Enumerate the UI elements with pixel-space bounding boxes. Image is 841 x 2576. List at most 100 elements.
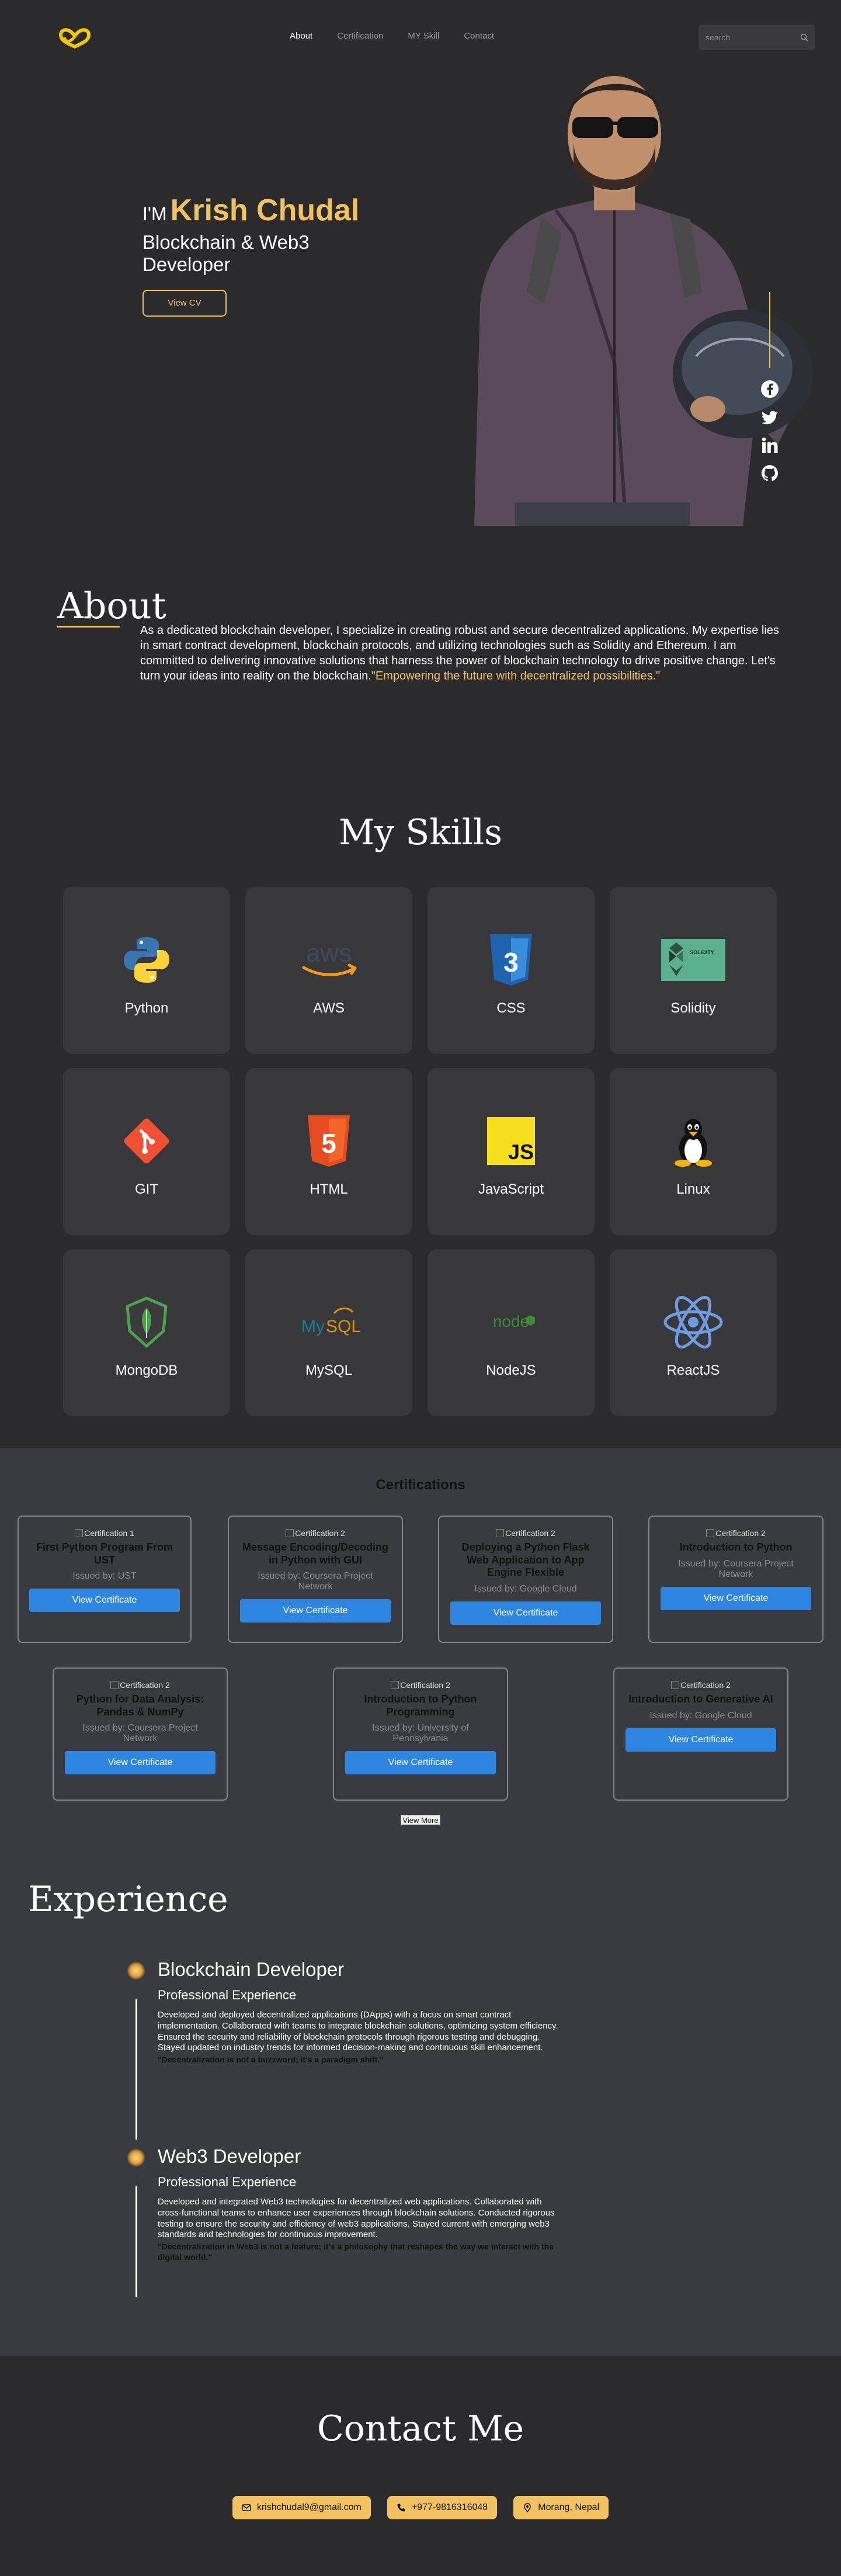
phone-chip[interactable]: +977-9816316048: [387, 2496, 498, 2519]
experience-description: Developed and integrated Web3 technologi…: [158, 2197, 567, 2262]
timeline-dot-icon: [127, 1962, 145, 1979]
skill-name: MySQL: [305, 1362, 352, 1378]
certificate-name: First Python Program From UST: [36, 1541, 173, 1566]
certificate-image: Certification 1: [29, 1528, 180, 1538]
certificate-name: Introduction to Python: [679, 1541, 793, 1553]
skill-name: Python: [124, 1000, 169, 1016]
infinity-heart-logo[interactable]: [57, 25, 92, 49]
certificate-issuer: Issued by: Coursera Project Network: [678, 1558, 794, 1579]
skill-name: CSS: [496, 1000, 526, 1016]
skill-card-javascript: JS JavaScript: [428, 1068, 595, 1235]
certificate-card: Certification 2 Introduction to Python P…: [333, 1667, 508, 1801]
linkedin-icon[interactable]: [760, 436, 779, 455]
search-input[interactable]: [706, 33, 793, 42]
skill-card-html: 5 HTML: [245, 1068, 412, 1235]
experience-quote: "Decentralization in Web3 is not a featu…: [158, 2242, 554, 2262]
skill-name: GIT: [135, 1181, 158, 1197]
location-chip[interactable]: Morang, Nepal: [513, 2496, 609, 2519]
facebook-icon[interactable]: [760, 380, 779, 398]
timeline-dot-icon: [127, 2149, 145, 2166]
certificate-issuer: Issued by: Coursera Project Network: [258, 1571, 373, 1592]
location-text: Morang, Nepal: [538, 2502, 600, 2512]
email-text: krishchudal9@gmail.com: [256, 2502, 362, 2512]
email-chip[interactable]: krishchudal9@gmail.com: [232, 2496, 371, 2519]
phone-text: +977-9816316048: [411, 2502, 488, 2512]
search-icon[interactable]: [800, 33, 808, 41]
contact-info: krishchudal9@gmail.com +977-9816316048 M…: [0, 2496, 841, 2519]
svg-text:node: node: [493, 1312, 529, 1330]
phone-icon: [397, 2504, 405, 2512]
certificate-image: Certification 2: [239, 1528, 391, 1538]
github-icon[interactable]: [760, 464, 779, 483]
svg-text:aws: aws: [306, 939, 352, 968]
experience-heading: Experience: [28, 1879, 228, 1920]
about-underline: [57, 626, 120, 627]
certificate-issuer: Issued by: Coursera Project Network: [82, 1723, 198, 1744]
view-certificate-button[interactable]: View Certificate: [625, 1728, 776, 1752]
certificate-card: Certification 2 Message Encoding/Decodin…: [228, 1516, 403, 1643]
view-certificate-button[interactable]: View Certificate: [65, 1751, 216, 1775]
experience-role: Web3 Developer: [158, 2145, 301, 2167]
skill-card-solidity: SOLIDITY Solidity: [610, 887, 777, 1054]
view-certificate-button[interactable]: View Certificate: [345, 1751, 496, 1775]
linux-icon: [661, 1112, 725, 1170]
reactjs-icon: [661, 1293, 725, 1351]
email-icon: [242, 2504, 251, 2511]
certificate-name: Introduction to Python Programming: [364, 1693, 477, 1718]
certificate-card: Certification 2 Introduction to Generati…: [613, 1667, 788, 1801]
certificate-card: Certification 2 Deploying a Python Flask…: [438, 1516, 613, 1643]
nav-link-certification[interactable]: Certification: [337, 31, 383, 41]
git-icon: [114, 1112, 179, 1170]
experience-item: Blockchain Developer Professional Experi…: [127, 1958, 571, 2140]
mongodb-icon: [114, 1293, 179, 1351]
python-icon: [114, 931, 179, 989]
nodejs-icon: node: [479, 1293, 543, 1351]
view-certificate-button[interactable]: View Certificate: [661, 1586, 811, 1610]
timeline-line: [135, 1999, 137, 2140]
skill-name: AWS: [313, 1000, 345, 1016]
html-icon: 5: [297, 1112, 361, 1170]
twitter-icon[interactable]: [760, 408, 779, 427]
certificate-image: Certification 2: [64, 1680, 216, 1690]
experience-text: Developed and integrated Web3 technologi…: [158, 2197, 555, 2240]
skills-grid: Python aws AWS 3 CSS SOLIDITY Solidity G…: [63, 887, 777, 1416]
view-cv-button[interactable]: View CV: [143, 289, 227, 317]
experience-text: Developed and deployed decentralized app…: [158, 2010, 558, 2053]
location-pin-icon: [524, 2503, 531, 2512]
certificate-image: Certification 2: [625, 1680, 777, 1690]
certificate-image: Certification 2: [450, 1528, 602, 1538]
certificate-image: Certification 2: [345, 1680, 496, 1690]
certificate-card: Certification 2 Introduction to Python I…: [648, 1516, 823, 1643]
svg-text:JS: JS: [508, 1140, 534, 1164]
social-links: [760, 292, 779, 483]
view-more-button[interactable]: View More: [400, 1815, 441, 1825]
certificate-issuer: Issued by: Google Cloud: [649, 1710, 752, 1721]
experience-subtitle: Professional Experience: [158, 2175, 297, 2189]
about-heading: About: [57, 584, 166, 627]
skill-name: MongoDB: [115, 1362, 178, 1378]
timeline-line: [135, 2186, 137, 2297]
nav-link-about[interactable]: About: [290, 31, 312, 41]
nav-link-skill[interactable]: MY Skill: [408, 31, 439, 41]
nav-link-contact[interactable]: Contact: [464, 31, 494, 41]
hero-greeting: I'M: [143, 203, 167, 224]
skill-card-linux: Linux: [610, 1068, 777, 1235]
skill-card-mysql: My SQL MySQL: [245, 1249, 412, 1416]
search-box: [698, 25, 815, 50]
view-certificate-button[interactable]: View Certificate: [240, 1599, 391, 1623]
certifications-heading: Certifications: [376, 1477, 465, 1493]
view-certificate-button[interactable]: View Certificate: [450, 1601, 601, 1625]
certificate-issuer: Issued by: Google Cloud: [474, 1583, 577, 1594]
skill-card-aws: aws AWS: [245, 887, 412, 1054]
solidity-icon: SOLIDITY: [661, 931, 725, 989]
skill-card-git: GIT: [63, 1068, 230, 1235]
certificate-name: Introduction to Generative AI: [628, 1693, 773, 1705]
mysql-icon: My SQL: [297, 1293, 361, 1351]
nav-links: About Certification MY Skill Contact: [290, 31, 494, 41]
certifications-section: Certifications Certification 1 First Pyt…: [0, 1448, 841, 1853]
experience-quote: "Decentralization is not a buzzword; it'…: [158, 2055, 384, 2064]
skill-card-reactjs: ReactJS: [610, 1249, 777, 1416]
javascript-icon: JS: [479, 1112, 543, 1170]
skill-card-nodejs: node NodeJS: [428, 1249, 595, 1416]
view-certificate-button[interactable]: View Certificate: [29, 1589, 180, 1613]
